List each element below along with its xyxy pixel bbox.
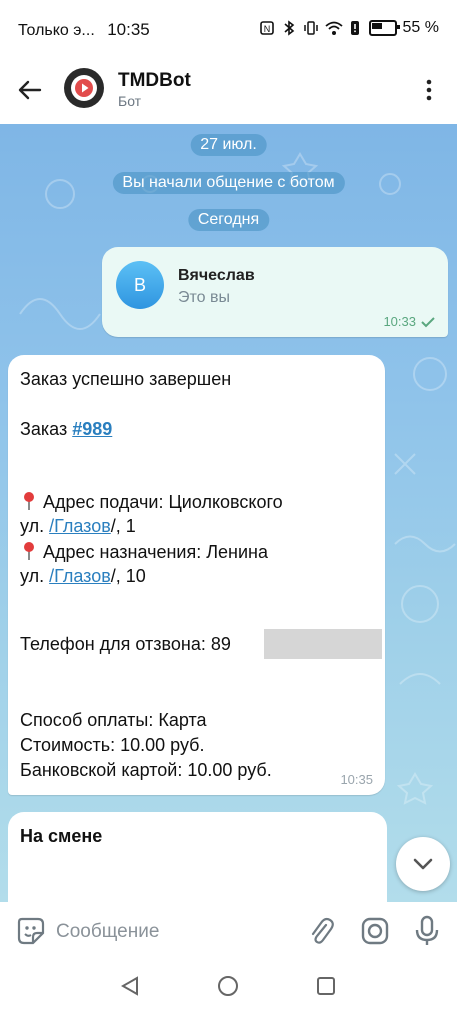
order-completed-text: Заказ успешно завершен [20, 369, 232, 389]
order-number-link[interactable]: #989 [72, 419, 112, 439]
pickup-suffix: /, 1 [110, 516, 136, 536]
camera-icon[interactable] [360, 916, 390, 946]
status-left: Только э... 10:35 [18, 20, 150, 40]
sticker-emoji-icon[interactable] [16, 916, 46, 946]
wifi-icon [324, 20, 343, 36]
system-nav-bar [0, 960, 457, 1010]
read-check-icon [421, 317, 435, 328]
order-number-line: Заказ #989 [20, 419, 112, 440]
nav-back-icon[interactable] [119, 975, 141, 997]
redacted-phone-block [264, 629, 382, 659]
payment-method-line: Способ оплаты: Карта [20, 710, 207, 730]
contact-name: Вячеслав [178, 267, 255, 284]
more-vert-icon[interactable] [419, 74, 439, 106]
alert-icon [347, 20, 363, 36]
destination-city-link[interactable]: /Глазов [49, 566, 111, 586]
destination-street-line: ул. /Глазов/, 10 [20, 566, 146, 587]
chat-area[interactable]: 27 июл. Вы начали общение с ботом Сегодн… [0, 124, 457, 902]
contact-avatar[interactable]: В [116, 261, 164, 309]
message-input[interactable] [54, 918, 288, 946]
bluetooth-icon [281, 20, 297, 36]
outgoing-contact-message[interactable]: В Вячеслав Это вы 10:33 [102, 247, 448, 337]
attach-icon[interactable] [306, 916, 336, 946]
status-right: N 55 % [259, 19, 439, 37]
service-message-pill: Вы начали общение с ботом [112, 172, 345, 194]
vibrate-icon [303, 20, 319, 36]
status-bar: Только э... 10:35 N 55 % [0, 0, 457, 60]
bot-avatar[interactable] [64, 68, 104, 108]
destination-street-prefix: ул. [20, 566, 50, 586]
battery-level: 55 % [402, 19, 439, 36]
date-pill: 27 июл. [190, 134, 267, 156]
destination-suffix: /, 10 [110, 566, 146, 586]
pickup-city-link[interactable]: /Глазов [49, 516, 111, 536]
message-composer [0, 902, 457, 960]
order-prefix: Заказ [20, 419, 73, 439]
status-time: 10:35 [107, 20, 150, 39]
nfc-icon: N [259, 20, 275, 36]
nav-recents-icon[interactable] [316, 976, 336, 996]
message-time: 10:35 [340, 772, 373, 787]
pin-icon [24, 492, 34, 510]
pickup-label: Адрес подачи: Циолковского [43, 492, 283, 512]
today-pill: Сегодня [187, 209, 270, 231]
message-time: 10:33 [383, 314, 416, 329]
pickup-street-line: ул. /Глазов/, 1 [20, 516, 136, 537]
chat-title[interactable]: TMDBot [118, 70, 191, 92]
chat-subtitle: Бот [118, 93, 142, 109]
microphone-icon[interactable] [414, 915, 440, 947]
battery-icon [368, 20, 400, 36]
nav-home-icon[interactable] [217, 975, 239, 997]
on-shift-title: На смене [20, 826, 103, 846]
order-message[interactable]: Заказ успешно завершен Заказ #989 Адрес … [8, 355, 385, 795]
chevron-down-icon [413, 858, 433, 870]
pickup-street-prefix: ул. [20, 516, 50, 536]
back-arrow-icon[interactable] [14, 74, 46, 106]
scroll-down-button[interactable] [396, 837, 450, 891]
pickup-address-line: Адрес подачи: Циолковского [20, 491, 283, 513]
destination-label: Адрес назначения: Ленина [43, 542, 269, 562]
next-message[interactable]: На смене [8, 812, 387, 902]
status-carrier: Только э... [18, 22, 95, 39]
phone-line: Телефон для отзвона: 89 [20, 634, 231, 654]
cost-line: Стоимость: 10.00 руб. [20, 735, 205, 755]
chat-header: TMDBot Бот [0, 60, 457, 124]
pin-icon [24, 542, 34, 560]
card-payment-line: Банковской картой: 10.00 руб. [20, 760, 272, 780]
svg-text:N: N [263, 24, 270, 34]
play-logo-icon [75, 79, 93, 97]
contact-subtitle: Это вы [178, 289, 230, 306]
destination-address-line: Адрес назначения: Ленина [20, 541, 268, 563]
